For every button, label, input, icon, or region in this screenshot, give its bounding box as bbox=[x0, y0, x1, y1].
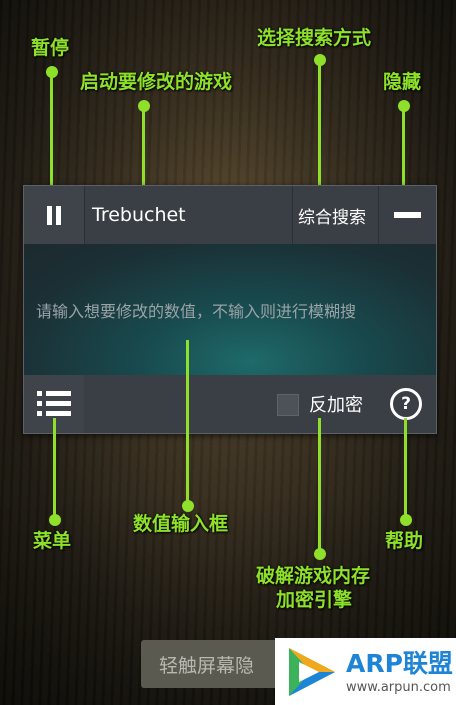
value-input-callout-line bbox=[186, 340, 189, 506]
pause-icon bbox=[45, 205, 63, 225]
help-circle-icon[interactable]: ? bbox=[390, 388, 422, 420]
anti-encrypt-label[interactable]: 反加密 bbox=[309, 391, 363, 417]
decrypt-callout-dot bbox=[314, 548, 326, 560]
menu-callout: 菜单 bbox=[33, 530, 72, 552]
search-mode-button[interactable]: 综合搜索 bbox=[286, 186, 379, 244]
minus-icon bbox=[394, 212, 421, 218]
floating-panel: Trebuchet 综合搜索 请输入想要修改的数值，不输入则进行模糊搜 反加密 … bbox=[23, 185, 437, 434]
menu-callout-dot bbox=[49, 514, 61, 526]
value-input-field[interactable]: 请输入想要修改的数值，不输入则进行模糊搜 bbox=[24, 244, 436, 375]
help-callout-line bbox=[404, 418, 407, 518]
decrypt-callout-line1: 破解游戏内存 bbox=[256, 565, 371, 587]
menu-callout-line bbox=[53, 418, 56, 518]
help-symbol: ? bbox=[401, 394, 411, 414]
panel-bottom-bar: 反加密 ? bbox=[24, 375, 436, 433]
value-input-placeholder: 请输入想要修改的数值，不输入则进行模糊搜 bbox=[36, 301, 357, 321]
launch-game-callout: 启动要修改的游戏 bbox=[80, 71, 233, 93]
arp-logo: ARP联盟 www.arpun.com bbox=[275, 638, 456, 705]
logo-url: www.arpun.com bbox=[346, 680, 451, 695]
menu-list-icon bbox=[37, 391, 71, 417]
decrypt-callout-line bbox=[318, 418, 321, 554]
help-callout-dot bbox=[400, 514, 412, 526]
hide-button[interactable] bbox=[379, 186, 436, 244]
game-selector-button[interactable]: Trebuchet bbox=[85, 186, 293, 244]
anti-encrypt-checkbox[interactable] bbox=[277, 394, 299, 416]
game-name: Trebuchet bbox=[92, 204, 186, 226]
play-logo-icon bbox=[289, 648, 335, 696]
pause-callout: 暂停 bbox=[31, 37, 70, 59]
value-input-callout: 数值输入框 bbox=[133, 513, 229, 535]
pause-button[interactable] bbox=[24, 186, 85, 244]
search-mode-callout: 选择搜索方式 bbox=[257, 27, 372, 49]
search-mode-label: 综合搜索 bbox=[298, 207, 366, 228]
logo-brand: ARP联盟 bbox=[346, 649, 453, 678]
pause-callout-line bbox=[50, 72, 53, 202]
decrypt-callout-line2: 加密引擎 bbox=[276, 589, 353, 611]
value-input-callout-dot bbox=[182, 500, 194, 512]
hide-callout: 隐藏 bbox=[383, 71, 422, 93]
panel-toolbar: Trebuchet 综合搜索 bbox=[24, 186, 436, 244]
search-mode-callout-line bbox=[318, 60, 321, 202]
help-callout: 帮助 bbox=[385, 530, 424, 552]
